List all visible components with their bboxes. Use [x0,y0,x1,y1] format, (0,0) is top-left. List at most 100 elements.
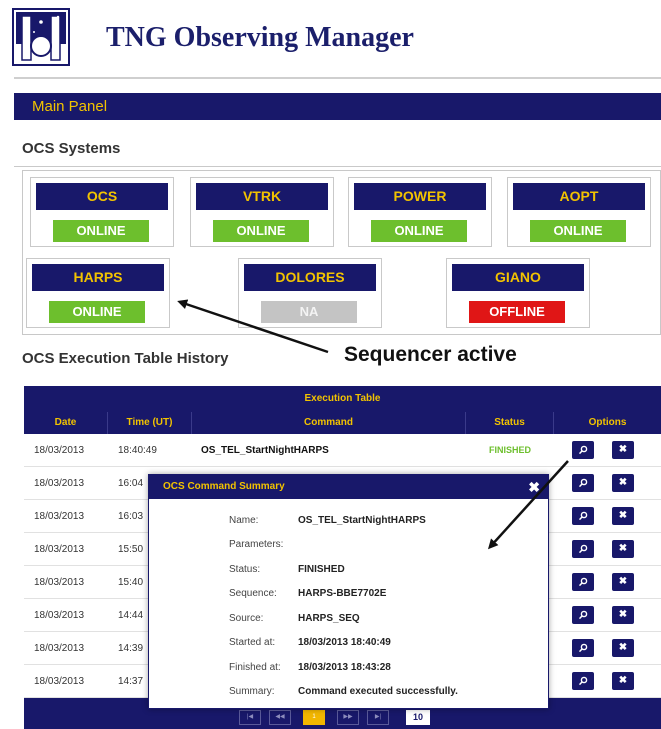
delete-button[interactable]: ✖ [612,672,634,690]
first-page-button[interactable]: |◀ [239,710,261,725]
cell-time: 18:40:49 [118,445,157,456]
col-header-status[interactable]: Status [466,412,554,434]
search-icon [578,478,588,488]
page-number-button[interactable]: 1 [303,710,325,725]
cell-status: FINISHED [488,445,531,455]
delete-button[interactable]: ✖ [612,573,634,591]
ocs-systems-title: OCS Systems [22,140,121,157]
field-label: Parameters: [229,539,284,550]
system-card-power: POWER ONLINE [348,177,492,247]
search-icon [578,511,588,521]
view-button[interactable] [572,606,594,624]
field-label: Sequence: [229,588,277,599]
system-status-badge: ONLINE [371,220,467,242]
field-label: Status: [229,564,261,575]
search-icon [578,676,588,686]
system-card-aopt: AOPT ONLINE [507,177,651,247]
delete-button[interactable]: ✖ [612,606,634,624]
command-summary-dialog: OCS Command Summary ✖ Name: OS_TEL_Start… [148,474,549,709]
col-header-command[interactable]: Command [192,412,466,434]
close-icon: ✖ [618,444,628,455]
table-title: Execution Table [24,386,661,412]
field-value: HARPS_SEQ [298,613,360,624]
system-card-dolores: DOLORES NA [238,258,382,328]
view-button[interactable] [572,573,594,591]
close-icon: ✖ [618,609,628,620]
close-icon: ✖ [618,510,628,521]
field-label: Started at: [229,637,276,648]
field-label: Name: [229,515,259,526]
cell-time: 15:40 [118,577,144,588]
view-button[interactable] [572,540,594,558]
field-label: Source: [229,613,264,624]
field-value: 18/03/2013 18:40:49 [298,637,391,648]
delete-button[interactable]: ✖ [612,474,634,492]
system-status-badge: ONLINE [49,301,145,323]
cell-date: 18/03/2013 [34,478,85,489]
table-row[interactable]: 18/03/2013 18:40:49 OS_TEL_StartNightHAR… [24,434,661,467]
page-size-select[interactable]: 10 [406,710,430,725]
system-status-badge: ONLINE [53,220,149,242]
delete-button[interactable]: ✖ [612,507,634,525]
cell-date: 18/03/2013 [34,643,85,654]
next-page-button[interactable]: ▶▶ [337,710,359,725]
delete-button[interactable]: ✖ [612,441,634,459]
field-value: HARPS-BBE7702E [298,588,387,599]
system-name[interactable]: GIANO [452,264,584,291]
cell-date: 18/03/2013 [34,676,85,687]
view-button[interactable] [572,672,594,690]
system-name[interactable]: HARPS [32,264,164,291]
system-card-vtrk: VTRK ONLINE [190,177,334,247]
system-card-harps: HARPS ONLINE [26,258,170,328]
field-value: OS_TEL_StartNightHARPS [298,515,426,526]
cell-date: 18/03/2013 [34,577,85,588]
history-title: OCS Execution Table History [22,350,229,367]
system-name[interactable]: AOPT [513,183,645,210]
cell-time: 15:50 [118,544,144,555]
close-icon: ✖ [618,675,628,686]
field-label: Finished at: [229,662,281,673]
system-name[interactable]: OCS [36,183,168,210]
last-page-button[interactable]: ▶| [367,710,389,725]
field-value: 18/03/2013 18:43:28 [298,662,391,673]
header-divider [14,77,661,79]
system-status-badge: ONLINE [530,220,626,242]
cell-date: 18/03/2013 [34,511,85,522]
system-card-giano: GIANO OFFLINE [446,258,590,328]
dialog-titlebar: OCS Command Summary ✖ [149,475,548,499]
system-card-ocs: OCS ONLINE [30,177,174,247]
cell-date: 18/03/2013 [34,544,85,555]
view-button[interactable] [572,639,594,657]
view-button[interactable] [572,474,594,492]
system-status-badge: ONLINE [213,220,309,242]
delete-button[interactable]: ✖ [612,540,634,558]
app-title: TNG Observing Manager [106,22,414,53]
cell-time: 16:04 [118,478,144,489]
prev-page-button[interactable]: ◀◀ [269,710,291,725]
cell-time: 14:37 [118,676,144,687]
system-status-badge: OFFLINE [469,301,565,323]
system-name[interactable]: DOLORES [244,264,376,291]
cell-command: OS_TEL_StartNightHARPS [201,445,329,456]
search-icon [578,643,588,653]
cell-time: 14:44 [118,610,144,621]
system-name[interactable]: POWER [354,183,486,210]
table-header-row: Date Time (UT) Command Status Options [24,412,661,434]
view-button[interactable] [572,441,594,459]
cell-time: 16:03 [118,511,144,522]
delete-button[interactable]: ✖ [612,639,634,657]
system-name[interactable]: VTRK [196,183,328,210]
close-icon: ✖ [618,642,628,653]
col-header-date[interactable]: Date [24,412,108,434]
search-icon [578,544,588,554]
view-button[interactable] [572,507,594,525]
col-header-time[interactable]: Time (UT) [108,412,192,434]
ocs-systems-divider [14,166,661,167]
main-panel-bar[interactable]: Main Panel [14,93,661,120]
close-icon: ✖ [618,543,628,554]
cell-time: 14:39 [118,643,144,654]
tng-logo [12,8,70,66]
cell-date: 18/03/2013 [34,610,85,621]
close-icon: ✖ [618,576,628,587]
close-icon[interactable]: ✖ [528,478,540,496]
